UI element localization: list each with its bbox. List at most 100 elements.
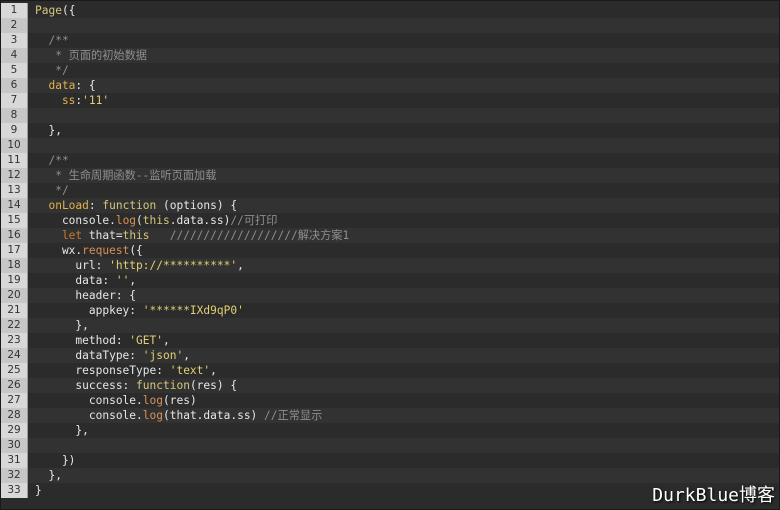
code-token: dataType: (35, 349, 143, 362)
line-number: 25 (1, 363, 28, 378)
code-token: */ (35, 184, 69, 197)
line-number: 16 (1, 228, 28, 243)
code-text: /** (35, 153, 779, 168)
line-number: 7 (1, 93, 28, 108)
code-token: (res) (163, 394, 197, 407)
code-text: method: 'GET', (35, 333, 779, 348)
code-token: , (129, 274, 137, 287)
code-token: data: (35, 274, 116, 287)
code-line: 24 dataType: 'json', (1, 348, 779, 363)
code-text: */ (35, 183, 779, 198)
line-number: 5 (1, 63, 28, 78)
line-number: 4 (1, 48, 28, 63)
line-number: 32 (1, 468, 28, 483)
code-token: } (35, 484, 42, 497)
line-number: 10 (1, 138, 28, 153)
code-line: 14 onLoad: function (options) { (1, 198, 779, 213)
code-text: success: function(res) { (35, 378, 779, 393)
code-line: 9 }, (1, 123, 779, 138)
code-line: 15 console.log(this.data.ss)//可打印 (1, 213, 779, 228)
line-number: 9 (1, 123, 28, 138)
line-number: 12 (1, 168, 28, 183)
line-number: 24 (1, 348, 28, 363)
code-token: //可打印 (230, 214, 278, 227)
line-number: 17 (1, 243, 28, 258)
code-line: 30 (1, 438, 779, 453)
code-token: method: (35, 334, 130, 347)
code-token: , (183, 349, 190, 362)
code-line: 19 data: '', (1, 273, 779, 288)
code-line: 2 (1, 18, 779, 33)
code-token: 'GET' (129, 334, 163, 347)
code-token: url: (35, 259, 110, 272)
code-line: 3 /** (1, 33, 779, 48)
code-token: , (237, 259, 244, 272)
line-number: 8 (1, 108, 28, 123)
code-line: 23 method: 'GET', (1, 333, 779, 348)
code-token: */ (35, 64, 69, 77)
line-number: 22 (1, 318, 28, 333)
code-token: ({ (61, 4, 76, 17)
code-token: }, (35, 424, 89, 437)
code-token: 'text' (169, 364, 211, 377)
code-token: , (210, 364, 217, 377)
code-token: data (35, 79, 76, 92)
code-token: : { (75, 79, 96, 92)
code-token: (res) { (189, 379, 238, 392)
code-token: responseType: (35, 364, 170, 377)
code-token: ss (35, 94, 76, 107)
line-number: 27 (1, 393, 28, 408)
code-text: }, (35, 318, 779, 333)
code-token: /** (35, 34, 69, 47)
code-line: 25 responseType: 'text', (1, 363, 779, 378)
line-number: 31 (1, 453, 28, 468)
code-text: console.log(res) (35, 393, 779, 408)
code-token: function (136, 379, 190, 392)
code-line: 17 wx.request({ (1, 243, 779, 258)
code-line: 18 url: 'http://**********', (1, 258, 779, 273)
line-number: 19 (1, 273, 28, 288)
code-token: header: { (35, 289, 137, 302)
code-text: }, (35, 123, 779, 138)
code-text: data: { (35, 78, 779, 93)
code-line: 27 console.log(res) (1, 393, 779, 408)
code-line: 4 * 页面的初始数据 (1, 48, 779, 63)
code-token: ({ (129, 244, 143, 257)
code-line: 8 (1, 108, 779, 123)
line-number: 13 (1, 183, 28, 198)
code-token: /** (35, 154, 69, 167)
code-line: 21 appkey: '******IXd9qP0' (1, 303, 779, 318)
code-lines: 1 Page({2 3 /** 4 * 页面的初始数据 5 */6 data: {7 s… (1, 3, 779, 498)
code-token: onLoad (35, 199, 89, 212)
code-text: dataType: 'json', (35, 348, 779, 363)
code-token: }, (35, 469, 62, 482)
line-number: 26 (1, 378, 28, 393)
code-text: */ (35, 63, 779, 78)
code-text: Page({ (35, 3, 779, 18)
code-line: 26 success: function(res) { (1, 378, 779, 393)
code-token: (options) { (156, 199, 238, 212)
line-number: 14 (1, 198, 28, 213)
code-token: (that.data.ss) (163, 409, 265, 422)
code-text: ss:'11' (35, 93, 779, 108)
code-token: log (115, 214, 137, 227)
code-text: data: '', (35, 273, 779, 288)
line-number: 29 (1, 423, 28, 438)
code-token: this (122, 229, 150, 242)
code-line: 31 }) (1, 453, 779, 468)
code-token: Page (35, 4, 62, 17)
code-line: 12 * 生命周期函数--监听页面加载 (1, 168, 779, 183)
code-token: .data.ss) (169, 214, 231, 227)
code-text: onLoad: function (options) { (35, 198, 779, 213)
code-token: , (162, 334, 170, 347)
code-token: 'json' (142, 349, 184, 362)
code-text: responseType: 'text', (35, 363, 779, 378)
line-number: 2 (1, 18, 28, 33)
code-token: log (142, 394, 163, 407)
code-token: console. (35, 409, 143, 422)
code-text: * 页面的初始数据 (35, 48, 779, 63)
code-line: 16 let that=this ///////////////////解决方案… (1, 228, 779, 243)
code-text: url: 'http://**********', (35, 258, 779, 273)
